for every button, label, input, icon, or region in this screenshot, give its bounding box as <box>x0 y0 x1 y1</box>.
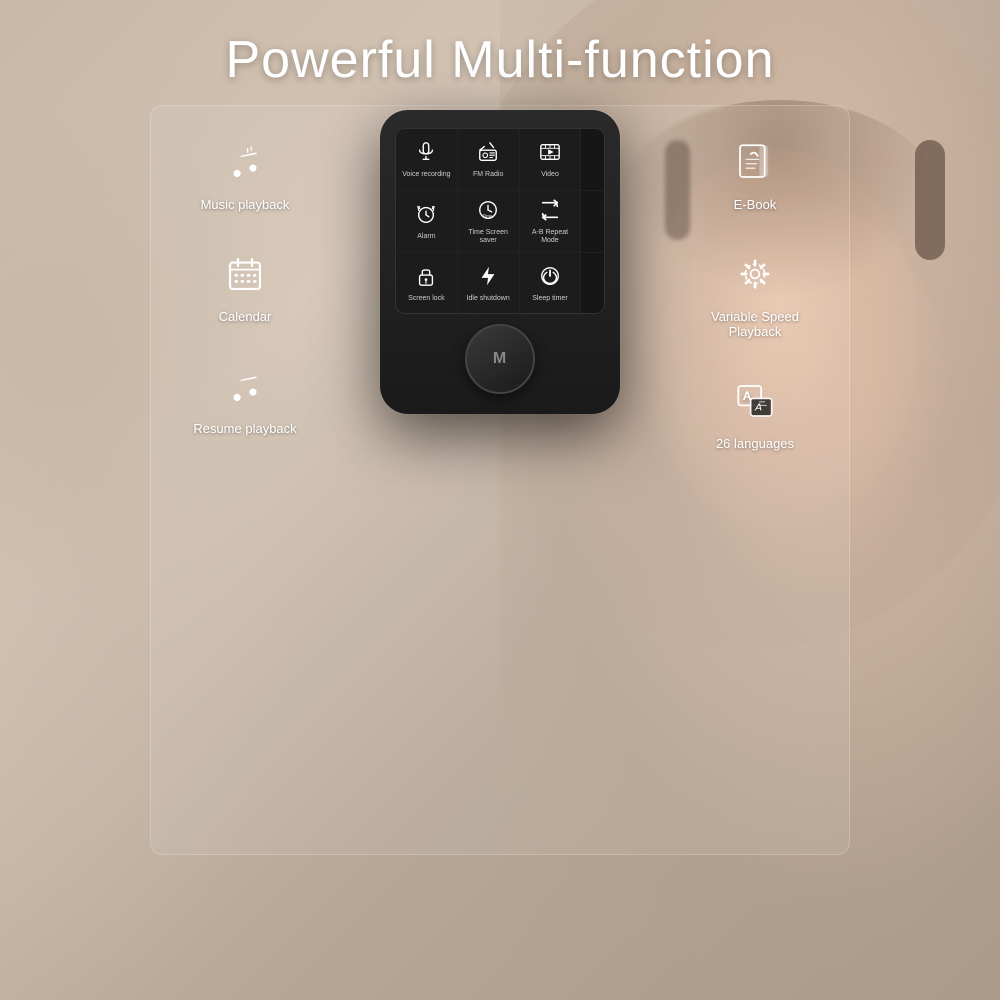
resume-icon <box>223 364 267 415</box>
feature-calendar: Calendar <box>180 252 310 324</box>
features-layout: Music playback <box>0 110 1000 451</box>
device-screen: Voice recording <box>395 128 605 314</box>
variable-speed-label: Variable Speed Playback <box>690 309 820 339</box>
ebook-label: E-Book <box>734 197 777 212</box>
power-icon <box>539 265 561 291</box>
screen-cell-empty-1 <box>581 129 605 190</box>
svg-text:A: A <box>754 402 762 414</box>
video-icon <box>539 141 561 167</box>
resume-label: Resume playback <box>193 421 296 436</box>
nav-button[interactable]: M <box>465 324 535 394</box>
languages-label: 26 languages <box>716 436 794 451</box>
repeat-label: A-B Repeat Mode <box>524 229 577 246</box>
screen-cell-time[interactable]: Time Time Screen saver <box>458 191 519 252</box>
calendar-icon <box>223 252 267 303</box>
features-left: Music playback <box>160 110 330 436</box>
device-wrapper: Voice recording <box>330 110 670 414</box>
lightning-icon <box>477 265 499 291</box>
feature-languages: A A 26 languages <box>690 379 820 451</box>
page-title: Powerful Multi-function <box>226 30 775 90</box>
screen-cell-empty-3 <box>581 253 605 314</box>
idle-label: Idle shutdown <box>467 295 510 303</box>
sleep-label: Sleep timer <box>532 295 567 303</box>
radio-label: FM Radio <box>473 171 503 179</box>
feature-music-playback: Music playback <box>180 140 310 212</box>
lock-icon <box>415 265 437 291</box>
radio-icon <box>477 141 499 167</box>
alarm-label: Alarm <box>417 233 435 241</box>
features-right: E-Book Variable Speed Playback <box>670 110 840 451</box>
lock-label: Screen lock <box>408 295 445 303</box>
time-icon: Time <box>477 199 499 225</box>
screen-cell-sleep[interactable]: Sleep timer <box>520 253 581 314</box>
feature-variable-speed: Variable Speed Playback <box>690 252 820 339</box>
voice-label: Voice recording <box>402 171 450 179</box>
translate-icon: A A <box>733 379 777 430</box>
video-label: Video <box>541 171 559 179</box>
screen-grid: Voice recording <box>396 129 604 313</box>
alarm-icon <box>415 203 437 229</box>
gear-icon <box>733 252 777 303</box>
screen-cell-alarm[interactable]: Alarm <box>396 191 457 252</box>
calendar-label: Calendar <box>219 309 272 324</box>
device-bottom: M <box>394 324 606 394</box>
book-icon <box>733 140 777 191</box>
main-content: Powerful Multi-function Music playback <box>0 0 1000 1000</box>
screen-cell-repeat[interactable]: A-B Repeat Mode <box>520 191 581 252</box>
repeat-icon <box>539 199 561 225</box>
music-label: Music playback <box>201 197 290 212</box>
screen-cell-video[interactable]: Video <box>520 129 581 190</box>
screen-cell-voice[interactable]: Voice recording <box>396 129 457 190</box>
screen-cell-radio[interactable]: FM Radio <box>458 129 519 190</box>
mic-icon <box>415 141 437 167</box>
svg-text:Time: Time <box>483 213 493 218</box>
feature-resume-playback: Resume playback <box>180 364 310 436</box>
mp3-device: Voice recording <box>380 110 620 414</box>
screen-cell-empty-2 <box>581 191 605 252</box>
screen-cell-idle[interactable]: Idle shutdown <box>458 253 519 314</box>
music-icon <box>223 140 267 191</box>
feature-ebook: E-Book <box>690 140 820 212</box>
screen-cell-lock[interactable]: Screen lock <box>396 253 457 314</box>
nav-button-label: M <box>493 350 507 368</box>
time-label: Time Screen saver <box>462 229 515 246</box>
